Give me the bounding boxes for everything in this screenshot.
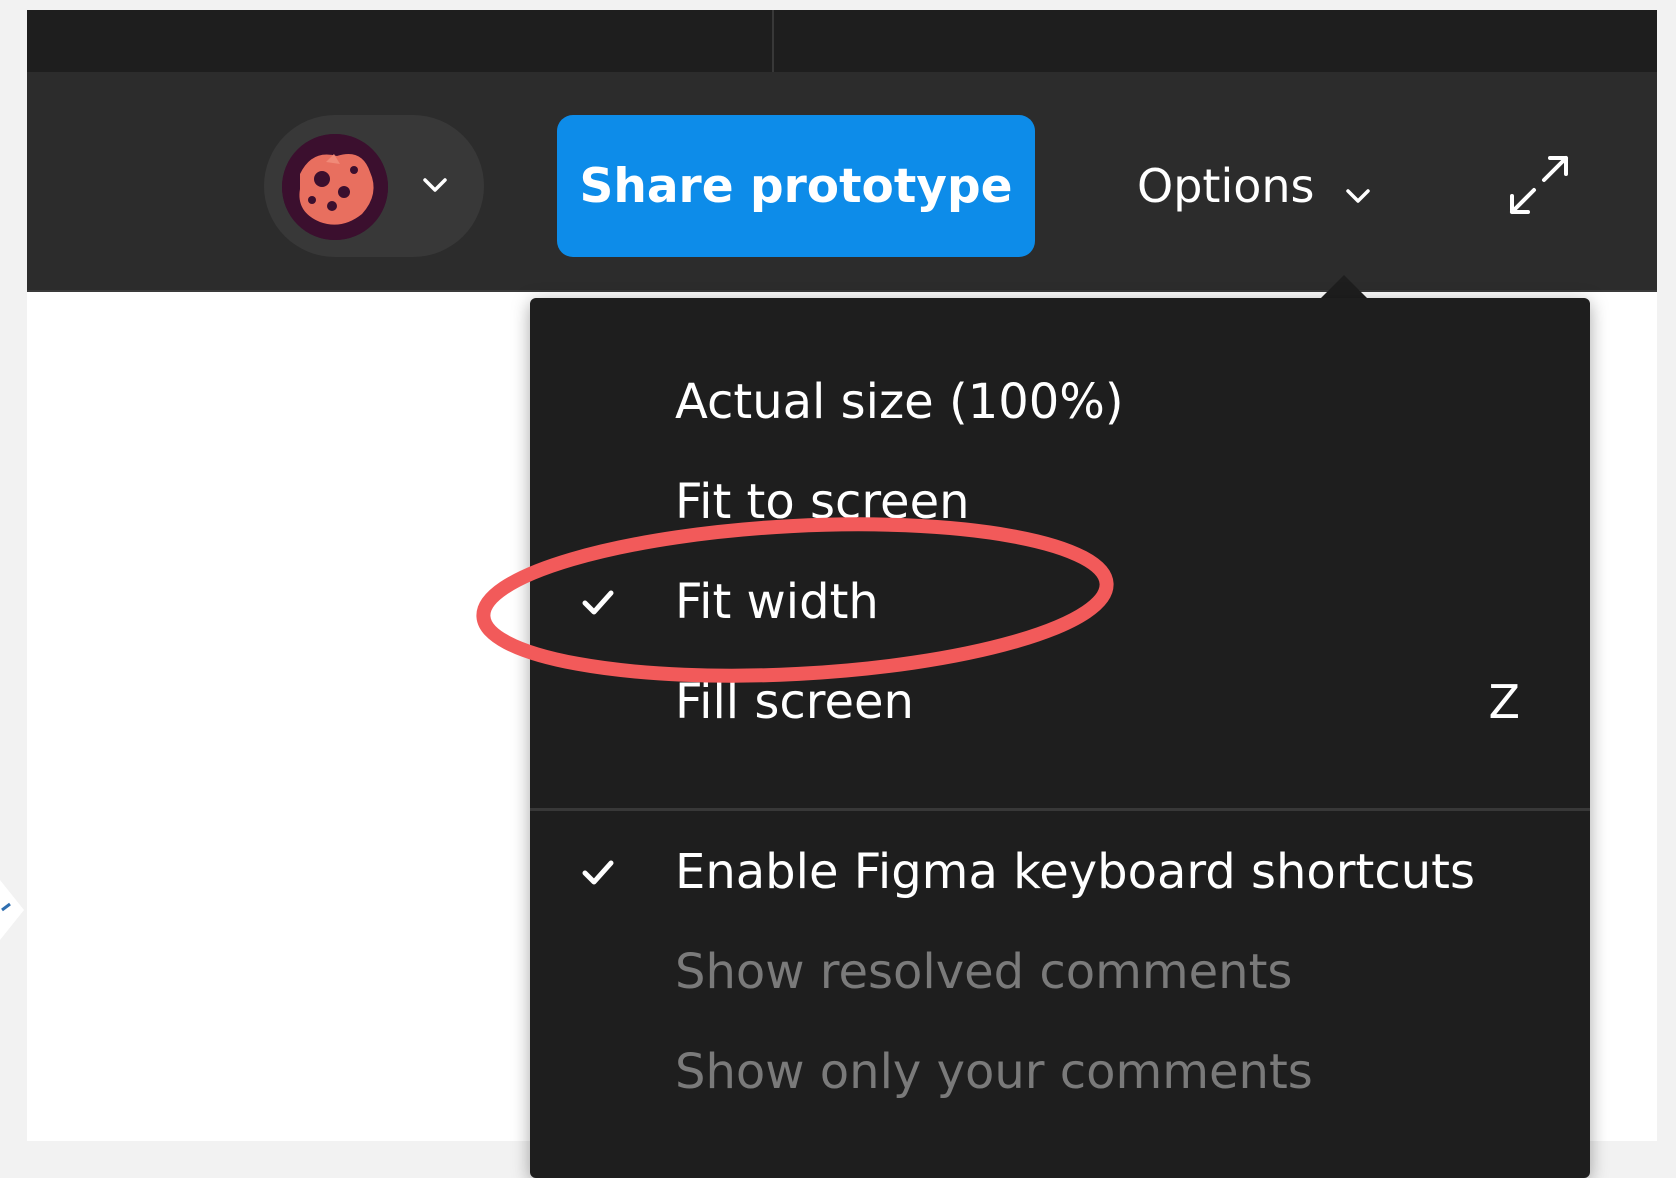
share-prototype-button[interactable]: Share prototype — [557, 115, 1035, 257]
title-bar-divider — [772, 10, 774, 72]
options-label: Options — [1137, 159, 1315, 213]
checkmark-icon — [580, 584, 616, 624]
avatar — [282, 134, 388, 240]
menu-item-label: Actual size (100%) — [675, 374, 1124, 430]
menu-item-actual-size[interactable]: Actual size (100%) — [530, 352, 1590, 452]
menu-separator — [530, 808, 1590, 811]
menu-item-label: Enable Figma keyboard shortcuts — [675, 844, 1475, 900]
chevron-down-icon — [422, 175, 448, 199]
menu-item-label: Fit to screen — [675, 474, 970, 530]
menu-item-enable-keyboard-shortcuts[interactable]: Enable Figma keyboard shortcuts — [530, 822, 1590, 922]
chevron-down-icon — [1345, 163, 1371, 217]
menu-item-shortcut: Z — [1488, 675, 1520, 729]
menu-item-label: Show only your comments — [675, 1044, 1313, 1100]
toolbar: Share prototype Options — [27, 72, 1657, 292]
title-bar — [27, 10, 1657, 72]
user-menu-button[interactable] — [264, 115, 484, 257]
menu-item-label: Fit width — [675, 574, 879, 630]
menu-item-label: Show resolved comments — [675, 944, 1293, 1000]
chevron-right-icon — [0, 880, 24, 940]
menu-item-show-only-your-comments[interactable]: Show only your comments — [530, 1022, 1590, 1122]
options-button[interactable]: Options — [1137, 115, 1371, 257]
menu-caret — [1320, 275, 1368, 299]
checkmark-icon — [580, 854, 616, 894]
menu-item-fit-width[interactable]: Fit width — [530, 552, 1590, 652]
menu-item-fit-to-screen[interactable]: Fit to screen — [530, 452, 1590, 552]
menu-item-label: Fill screen — [675, 674, 914, 730]
menu-item-show-resolved-comments[interactable]: Show resolved comments — [530, 922, 1590, 1022]
expand-arrows-icon[interactable] — [1504, 150, 1574, 220]
menu-item-fill-screen[interactable]: Fill screen Z — [530, 652, 1590, 752]
